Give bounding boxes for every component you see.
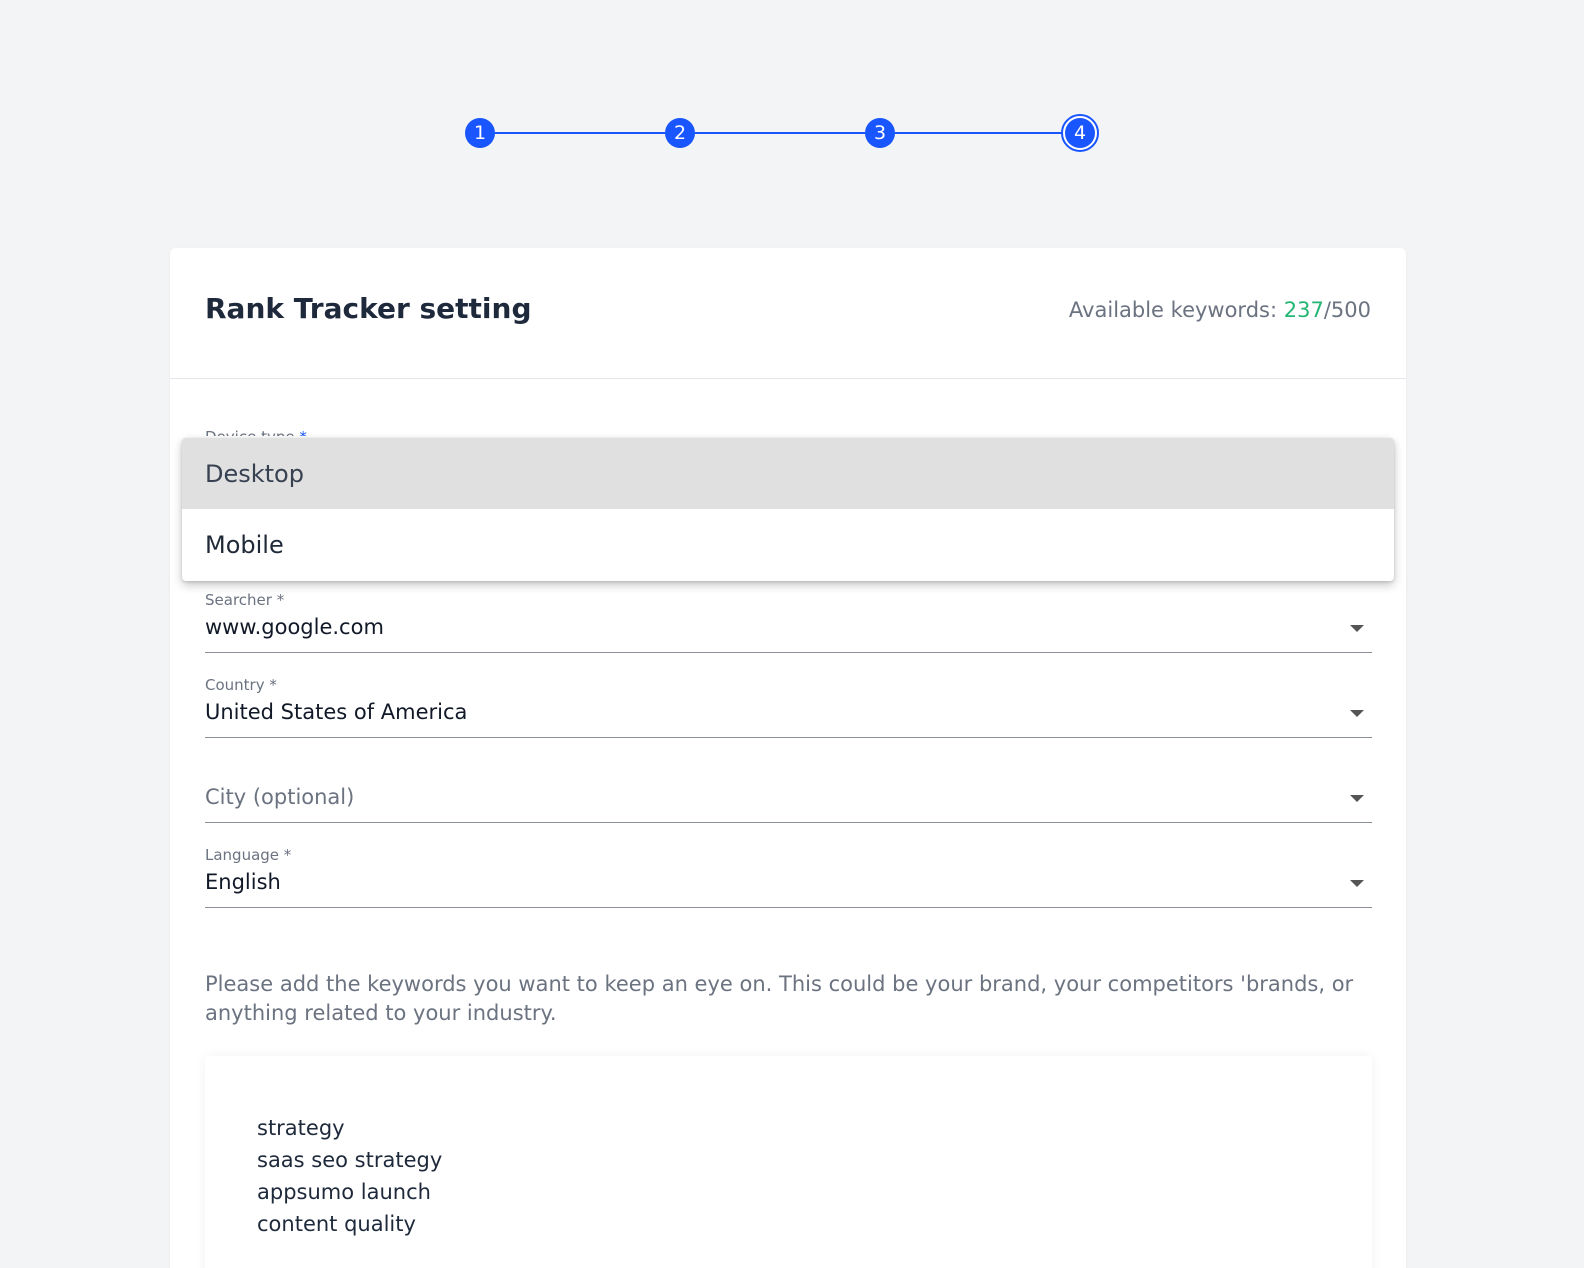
caret-down-icon[interactable] <box>1350 795 1364 802</box>
step-1[interactable]: 1 <box>465 118 495 148</box>
keyword-item: saas seo strategy <box>257 1148 443 1172</box>
keyword-item: content quality <box>257 1212 416 1236</box>
searcher-select[interactable]: Searcher * www.google.com <box>205 591 1372 653</box>
progress-stepper: 1 2 3 4 <box>465 114 1101 152</box>
card-header: Rank Tracker setting Available keywords:… <box>170 248 1406 379</box>
stepper-connector-line <box>480 132 1080 134</box>
keywords-total-count: 500 <box>1330 298 1371 322</box>
device-option-mobile[interactable]: Mobile <box>182 509 1394 580</box>
step-4-current[interactable]: 4 <box>1061 114 1099 152</box>
caret-down-icon[interactable] <box>1350 625 1364 632</box>
keywords-separator: / <box>1323 298 1331 322</box>
step-4-label: 4 <box>1065 118 1095 148</box>
keyword-list: strategy saas seo strategy appsumo launc… <box>257 1112 442 1240</box>
language-label: Language * <box>205 846 292 864</box>
available-keywords-label: Available keywords: <box>1068 298 1284 322</box>
country-label: Country * <box>205 676 277 694</box>
searcher-label: Searcher * <box>205 591 285 609</box>
language-value: English <box>205 870 281 894</box>
city-select[interactable]: City (optional) <box>205 761 1372 823</box>
device-type-dropdown-menu: Desktop Mobile <box>182 438 1394 581</box>
language-select[interactable]: Language * English <box>205 846 1372 908</box>
page-title: Rank Tracker setting <box>205 292 532 325</box>
rank-tracker-settings-card: Rank Tracker setting Available keywords:… <box>170 248 1406 1268</box>
country-value: United States of America <box>205 700 468 724</box>
country-select[interactable]: Country * United States of America <box>205 676 1372 738</box>
step-2[interactable]: 2 <box>665 118 695 148</box>
available-keywords-counter: Available keywords: 237/500 <box>1069 298 1371 322</box>
city-placeholder: City (optional) <box>205 785 355 809</box>
step-3[interactable]: 3 <box>865 118 895 148</box>
keyword-item: appsumo launch <box>257 1180 431 1204</box>
required-mark: * <box>299 428 307 436</box>
keywords-textarea[interactable]: strategy saas seo strategy appsumo launc… <box>205 1056 1372 1268</box>
caret-down-icon[interactable] <box>1350 710 1364 717</box>
device-option-desktop[interactable]: Desktop <box>182 438 1394 509</box>
searcher-value: www.google.com <box>205 615 384 639</box>
caret-down-icon[interactable] <box>1350 880 1364 887</box>
keyword-item: strategy <box>257 1116 345 1140</box>
keywords-helper-text: Please add the keywords you want to keep… <box>205 972 1354 1025</box>
device-type-label-text: Device type <box>205 428 295 436</box>
device-type-label: Device type * <box>205 426 307 436</box>
keywords-used-count: 237 <box>1283 298 1324 322</box>
